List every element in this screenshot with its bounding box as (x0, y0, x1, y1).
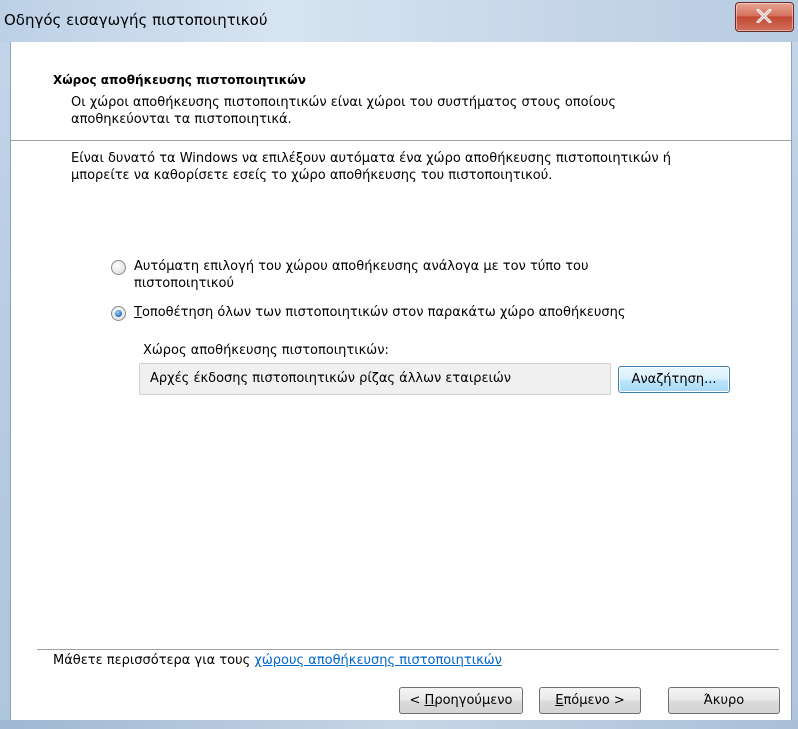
store-field-label: Χώρος αποθήκευσης πιστοποιητικών: (143, 343, 389, 358)
store-field-value: Αρχές έκδοσης πιστοποιητικών ρίζας άλλων… (150, 371, 512, 386)
intro-text: Είναι δυνατό τα Windows να επιλέξουν αυτ… (71, 151, 671, 183)
wizard-header: Χώρος αποθήκευσης πιστοποιητικών Οι χώρο… (11, 42, 791, 141)
wizard-body: Είναι δυνατό τα Windows να επιλέξουν αυτ… (11, 142, 791, 668)
radio-manual-label[interactable]: Τοποθέτηση όλων των πιστοποιητικών στον … (134, 304, 626, 321)
next-button[interactable]: Επόμενο > (539, 687, 641, 714)
close-button[interactable] (735, 2, 794, 32)
page-description: Οι χώροι αποθήκευσης πιστοποιητικών είνα… (71, 95, 617, 127)
learn-more-text: Μάθετε περισσότερα για τους χώρους αποθή… (53, 653, 502, 668)
cancel-button[interactable]: Άκυρο (668, 687, 780, 714)
radio-manual-store[interactable]: Τοποθέτηση όλων των πιστοποιητικών στον … (111, 304, 731, 321)
back-button[interactable]: < Προηγούμενο (399, 687, 523, 714)
close-icon (756, 9, 772, 23)
radio-auto-select[interactable]: Αυτόματη επιλογή του χώρου αποθήκευσης α… (111, 258, 691, 292)
learn-more-link[interactable]: χώρους αποθήκευσης πιστοποιητικών (254, 653, 502, 668)
window-title: Οδηγός εισαγωγής πιστοποιητικού (4, 11, 268, 29)
page-title: Χώρος αποθήκευσης πιστοποιητικών (53, 73, 306, 87)
taskbar-strip (0, 720, 798, 729)
footer-divider (37, 649, 779, 650)
radio-manual-indicator[interactable] (111, 306, 126, 321)
wizard-content: Χώρος αποθήκευσης πιστοποιητικών Οι χώρο… (10, 42, 792, 720)
browse-button[interactable]: Αναζήτηση... (618, 366, 730, 393)
import-wizard-window: Οδηγός εισαγωγής πιστοποιητικού Χώρος απ… (0, 0, 798, 729)
store-field: Αρχές έκδοσης πιστοποιητικών ρίζας άλλων… (139, 363, 611, 395)
title-bar[interactable]: Οδηγός εισαγωγής πιστοποιητικού (0, 0, 798, 42)
radio-auto-indicator[interactable] (111, 260, 126, 275)
radio-auto-label[interactable]: Αυτόματη επιλογή του χώρου αποθήκευσης α… (134, 258, 691, 292)
